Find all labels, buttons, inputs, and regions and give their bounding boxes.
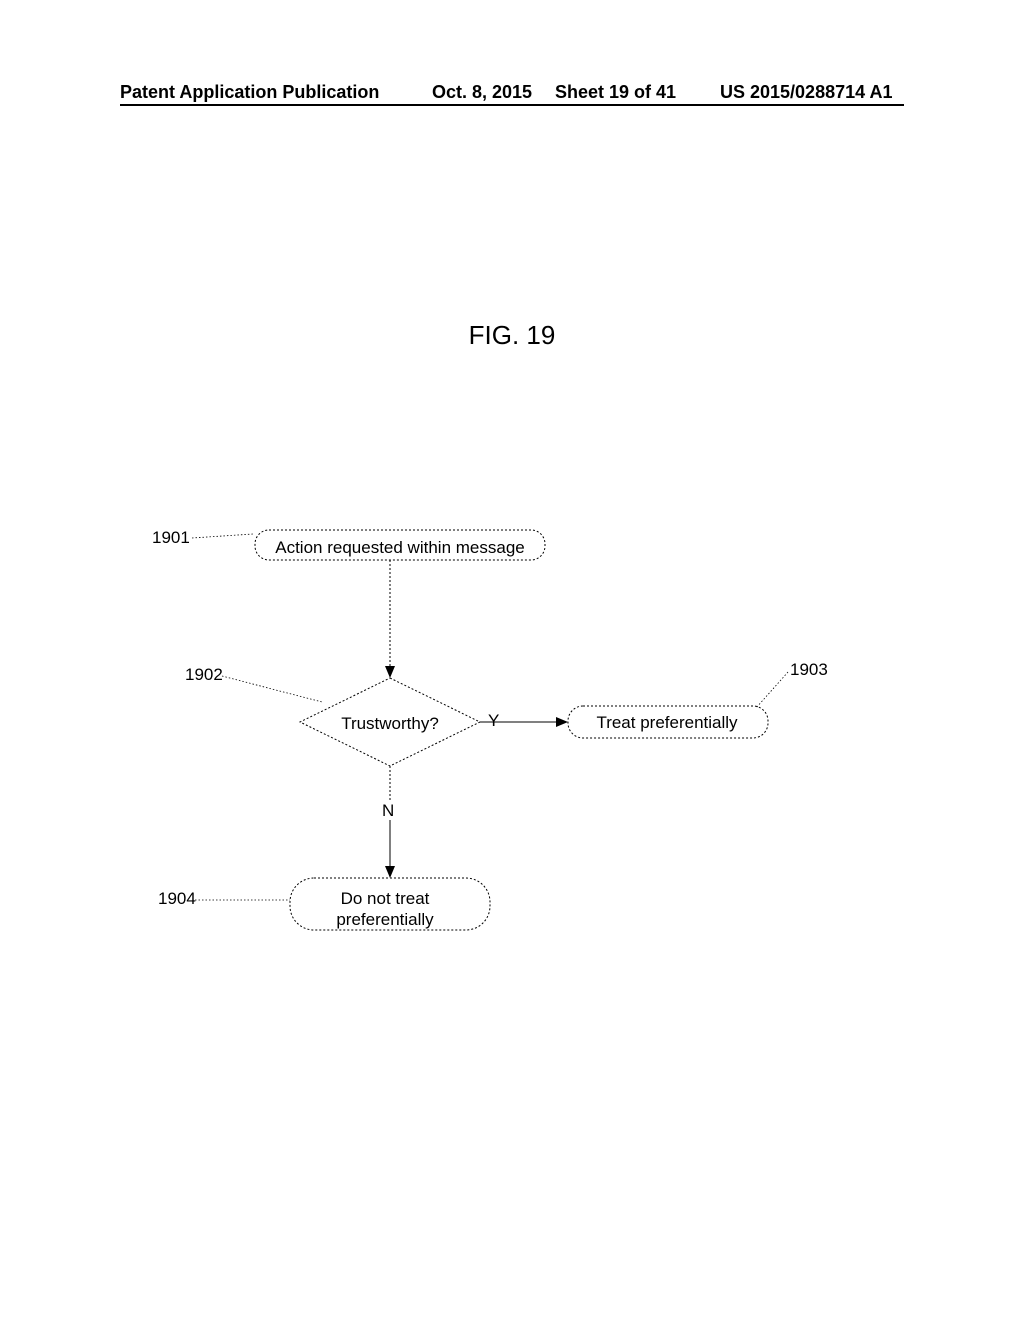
flow-diagram bbox=[0, 0, 1024, 1320]
leader-1903 bbox=[756, 672, 788, 708]
node-start-shape bbox=[255, 530, 545, 560]
node-decision-shape bbox=[300, 678, 480, 766]
leader-1901 bbox=[192, 534, 253, 538]
leader-1902 bbox=[222, 676, 322, 702]
node-pref-shape bbox=[568, 706, 768, 738]
arrowhead-yes bbox=[556, 717, 568, 727]
arrowhead-no bbox=[385, 866, 395, 878]
page: Patent Application Publication Oct. 8, 2… bbox=[0, 0, 1024, 1320]
arrowhead-start-to-decision bbox=[385, 666, 395, 678]
node-notpref-shape bbox=[290, 878, 490, 930]
